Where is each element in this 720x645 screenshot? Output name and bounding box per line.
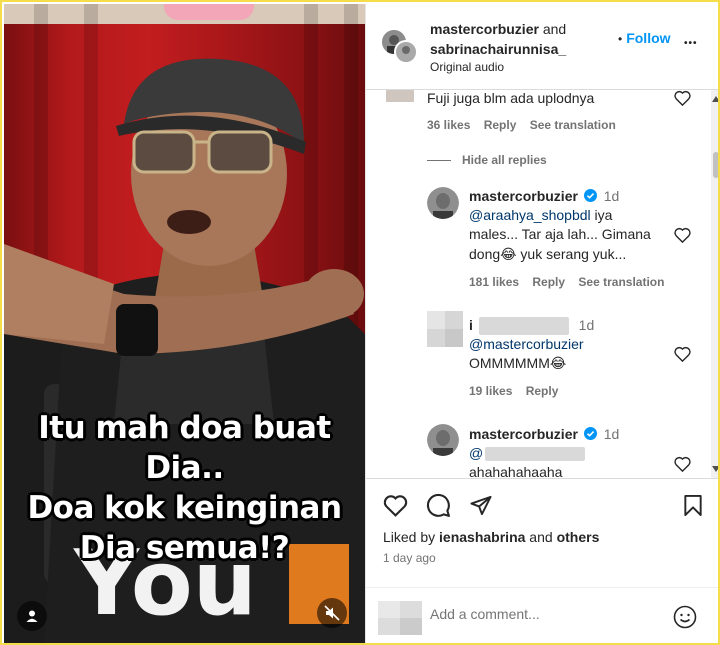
current-user-avatar — [378, 601, 422, 635]
reply1-text-2: males... Tar aja lah... Gimana — [469, 226, 651, 242]
liked-by-user[interactable]: ienashabrina — [439, 529, 525, 545]
like-reply1-heart-icon[interactable] — [674, 227, 691, 243]
comment-reply-button[interactable]: Reply — [484, 118, 517, 132]
reply1-time[interactable]: 1d — [604, 188, 620, 204]
add-comment-input[interactable] — [430, 606, 640, 622]
post-timestamp[interactable]: 1 day ago — [383, 551, 436, 565]
blurred-username — [478, 317, 569, 336]
user-icon — [26, 610, 38, 622]
share-paper-plane-icon[interactable] — [469, 494, 493, 517]
like-comment-heart-icon[interactable] — [674, 90, 691, 106]
reply3-text: ahahahahaaha — [469, 464, 563, 478]
like-reply2-heart-icon[interactable] — [674, 346, 691, 362]
post-panel: mastercorbuzier and sabrinachairunnisa_ … — [365, 4, 720, 643]
reply1-see-translation[interactable]: See translation — [578, 275, 664, 289]
caption-line-2: Dia.. — [145, 450, 224, 486]
comment-see-translation[interactable]: See translation — [530, 118, 616, 132]
caption-line-1: Itu mah doa buat — [38, 410, 331, 446]
comments-scrollbar[interactable] — [711, 90, 718, 478]
screenshot-frame: You Itu mah doa buat Dia.. Doa kok keing… — [0, 0, 720, 645]
reply2-username[interactable]: i — [469, 317, 473, 333]
reply3-avatar[interactable] — [427, 424, 459, 456]
comment-text: Fuji juga blm ada uplodnya — [427, 90, 595, 106]
post-actions: Liked by ienashabrina and others 1 day a… — [366, 478, 718, 643]
avatar-user2[interactable] — [394, 40, 418, 64]
reply1-avatar[interactable] — [427, 187, 459, 219]
like-heart-icon[interactable] — [383, 494, 408, 517]
comment-likes-count[interactable]: 36 likes — [427, 118, 470, 132]
emoji-laughing: 😂 — [549, 355, 567, 371]
header-username-2[interactable]: sabrinachairunnisa_ — [430, 41, 566, 57]
more-options-button[interactable]: ••• — [684, 38, 698, 49]
scroll-down-arrow-icon[interactable] — [712, 466, 720, 472]
comments-list[interactable]: Fuji juga blm ada uplodnya 36 likes Repl… — [366, 90, 718, 478]
reply2-text: OMMMMMM — [469, 355, 550, 371]
add-comment-bar — [366, 587, 718, 643]
reply3-time[interactable]: 1d — [604, 426, 620, 442]
reply2-likes-count[interactable]: 19 likes — [469, 384, 512, 398]
reply3-username[interactable]: mastercorbuzier — [469, 426, 578, 442]
follow-label: Follow — [626, 30, 671, 46]
replies-divider — [427, 160, 451, 161]
scrollbar-thumb[interactable] — [713, 152, 718, 178]
verified-badge-icon — [583, 427, 597, 440]
speaker-muted-icon — [324, 605, 340, 621]
reply1-reply-button[interactable]: Reply — [532, 275, 565, 289]
reply2-reply-button[interactable]: Reply — [526, 384, 559, 398]
emoji-laughing: 😂 — [500, 246, 517, 262]
liked-by-text: Liked by ienashabrina and others — [383, 529, 599, 545]
hide-replies-button[interactable]: Hide all replies — [462, 153, 547, 167]
caption-line-3: Doa kok keinginan — [27, 490, 342, 526]
follow-dot: • — [618, 32, 623, 46]
scroll-up-arrow-icon[interactable] — [712, 96, 720, 102]
mute-button[interactable] — [317, 598, 347, 628]
reply1-mention[interactable]: @araahya_shopbdl — [469, 207, 591, 223]
reply1-likes-count[interactable]: 181 likes — [469, 275, 519, 289]
follow-button[interactable]: • Follow — [618, 30, 671, 46]
tagged-users-button[interactable] — [17, 601, 47, 631]
header-and-text: and — [542, 21, 567, 37]
like-reply3-heart-icon[interactable] — [674, 456, 691, 472]
reply2-avatar[interactable] — [427, 311, 463, 347]
reply3-mention[interactable]: @ — [469, 445, 483, 461]
post-header: mastercorbuzier and sabrinachairunnisa_ … — [366, 4, 718, 90]
original-audio-link[interactable]: Original audio — [430, 60, 504, 74]
liked-by-and: and — [525, 529, 557, 545]
reply1-text-3a: dong — [469, 246, 501, 262]
caption-line-4: Dia semua!? — [79, 530, 290, 566]
blurred-mention — [485, 447, 586, 462]
header-username-1[interactable]: mastercorbuzier — [430, 21, 539, 37]
liked-by-prefix: Liked by — [383, 529, 440, 545]
commenter-avatar[interactable] — [386, 90, 414, 102]
reply1-text-1: iya — [590, 207, 613, 223]
reel-video[interactable]: You Itu mah doa buat Dia.. Doa kok keing… — [4, 4, 365, 643]
verified-badge-icon — [583, 189, 597, 202]
liked-by-others[interactable]: others — [557, 529, 600, 545]
reply1-username[interactable]: mastercorbuzier — [469, 188, 578, 204]
save-bookmark-icon[interactable] — [683, 494, 703, 517]
comment-bubble-icon[interactable] — [426, 493, 451, 518]
reply1-text-3b: yuk serang yuk... — [516, 246, 627, 262]
emoji-smiley-icon[interactable] — [673, 605, 697, 629]
reply2-mention[interactable]: @mastercorbuzier — [469, 336, 584, 352]
reply2-time[interactable]: 1d — [579, 317, 595, 333]
